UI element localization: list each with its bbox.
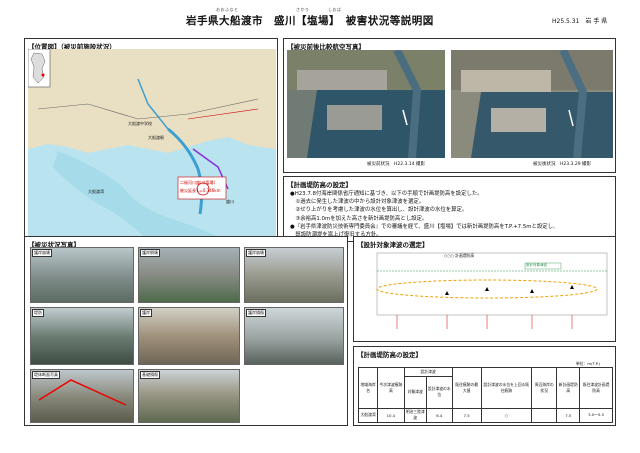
design-title: 【計画堤防高の設定】 — [287, 181, 352, 189]
th-trace: 今次津波痕跡高 — [377, 367, 405, 409]
photo-tag: 護岸倒壊 — [140, 249, 160, 257]
th-exceed: 設計津波の水位を上回る既往痕跡 — [480, 367, 532, 409]
th-target: 対象津波 — [403, 375, 427, 409]
location-map: 大船渡駅 大船渡湾 大船渡中学校 二級河川盛川(塩場) 被災延長 L=0.346… — [28, 49, 276, 241]
photo-tag: 護岸崩壊 — [32, 249, 52, 257]
cell-old: 3.0〜5.5 — [579, 407, 613, 424]
photo-tag: 堤防 — [32, 309, 44, 317]
table-row: 大船渡湾 10.4 明治三陸津波 6.4 7.5 ○ 7.5 3.0〜5.5 — [357, 407, 613, 424]
map-label-station: 大船渡駅 — [148, 135, 164, 140]
damage-photo-1: 護岸崩壊 — [30, 247, 134, 303]
tsunami-legend: ○○○ 計画堤防高 — [444, 253, 475, 258]
aerial-caption-before: 被災前状況 H22.3.14 撮影 — [367, 162, 425, 167]
design-line: ③余裕高1.0mを加えた高さを新計画堤防高とし設定。 — [290, 215, 428, 222]
damage-photo-2: 護岸倒壊 — [138, 247, 240, 303]
tsunami-panel: 【設計対象津波の選定】 ○○○ 計画堤防高 設計対象津波 — [353, 236, 616, 342]
th-old: 既往津波計画堤防高 — [579, 367, 613, 409]
photo-tag: 護岸崩壊 — [246, 249, 266, 257]
design-panel: 【計画堤防高の設定】 ●H23.7.8付海岸関係省庁通知に基づき、以下の手順で計… — [283, 176, 616, 242]
photo-tag: 護岸 — [140, 309, 152, 317]
cell-trace: 10.4 — [377, 407, 405, 424]
header: 岩手県大船渡市 盛川【塩場】 被害状況等説明図 おおふなと さかり しおば H2… — [0, 0, 640, 34]
th-surround: 周辺海岸の状況 — [530, 367, 558, 409]
th-area: 地域海岸名 — [357, 367, 379, 409]
location-panel: 【位置図】（被災前施設状況） 大船渡駅 大船渡湾 大船渡中学校 二級河川盛川(塩… — [24, 38, 278, 243]
map-label-target: 二級河川盛川(塩場) — [180, 180, 216, 185]
design-line: ●H23.7.8付海岸関係省庁通知に基づき、以下の手順で計画堤防高を設定した。 — [290, 191, 483, 197]
cell-exceed: ○ — [480, 407, 532, 424]
damage-photo-7: 堤体断面写真 — [30, 369, 134, 423]
cell-area: 大船渡湾 — [357, 407, 379, 424]
map-label-bay: 大船渡湾 — [88, 189, 104, 194]
map-label-length: 被災延長 L=0.346km — [180, 188, 221, 193]
tsunami-design-label: 設計対象津波 — [526, 263, 547, 267]
tsunami-title: 【設計対象津波の選定】 — [357, 241, 429, 249]
issue-date: H25.5.31 岩 手 県 — [552, 18, 608, 25]
map-label-school: 大船渡中学校 — [128, 121, 152, 126]
ruby-sakari: さかり — [296, 7, 310, 12]
damage-photo-8: 基礎損傷 — [138, 369, 240, 423]
table-panel: 【計画堤防高の設定】 単位：m(T.P.) 地域海岸名 今次津波痕跡高 設計津波… — [353, 346, 616, 426]
th-max: 既往痕跡の最大値 — [451, 367, 482, 409]
ruby-ofunato: おおふなと — [216, 7, 239, 12]
aerial-photo-after — [451, 50, 613, 158]
photo-tag: 護岸損傷 — [246, 309, 266, 317]
cell-target: 明治三陸津波 — [403, 407, 427, 424]
damage-photo-6: 護岸損傷 — [244, 307, 344, 365]
th-new: 新計画堤防高 — [556, 367, 581, 409]
levee-height-table: 地域海岸名 今次津波痕跡高 設計津波 既往痕跡の最大値 設計津波の水位を上回る既… — [357, 367, 613, 424]
map-graphic — [28, 49, 276, 241]
aerial-caption-after: 被災後状況 H23.3.29 撮影 — [533, 162, 591, 167]
th-design: 設計津波 — [403, 367, 453, 377]
design-text: ●H23.7.8付海岸関係省庁通知に基づき、以下の手順で計画堤防高を設定した。 … — [290, 190, 558, 239]
page-title: 岩手県大船渡市 盛川【塩場】 被害状況等説明図 おおふなと さかり しおば — [186, 7, 434, 27]
cell-surround — [530, 407, 558, 424]
design-line: ①過去に発生した津波の中から設計対象津波を選定。 — [290, 199, 425, 206]
cell-max: 7.5 — [451, 407, 482, 424]
tsunami-chart — [376, 252, 608, 329]
cell-level: 6.4 — [425, 407, 453, 424]
aerial-panel: 【被災前後比較航空写真】 被災前状況 H22.3.14 撮影 被災後状況 H23… — [283, 38, 616, 173]
damage-photo-3: 護岸崩壊 — [244, 247, 344, 303]
ruby-shiba: しおば — [328, 7, 342, 12]
cell-new: 7.5 — [556, 407, 581, 424]
aerial-photo-before — [287, 50, 445, 158]
damage-photo-4: 堤防 — [30, 307, 134, 365]
design-line: ②せり上がりを考慮した津波の水位を算出し、設計津波の水位を算定。 — [290, 207, 468, 214]
damage-panel: 【被災状況写真】 護岸崩壊 護岸倒壊 護岸崩壊 堤防 護岸 護岸損傷 堤体断面写… — [24, 236, 348, 426]
photo-tag: 基礎損傷 — [140, 371, 160, 379]
design-line: ●『岩手県津波防災技術専門委員会』での審議を経て、盛川【塩場】では新計画堤防高を… — [290, 223, 559, 230]
damage-photo-5: 護岸 — [138, 307, 240, 365]
table-title: 【計画堤防高の設定】 — [357, 351, 422, 359]
th-level: 設計津波の水位 — [425, 375, 453, 409]
map-label-sakari: 盛川 — [226, 199, 234, 204]
